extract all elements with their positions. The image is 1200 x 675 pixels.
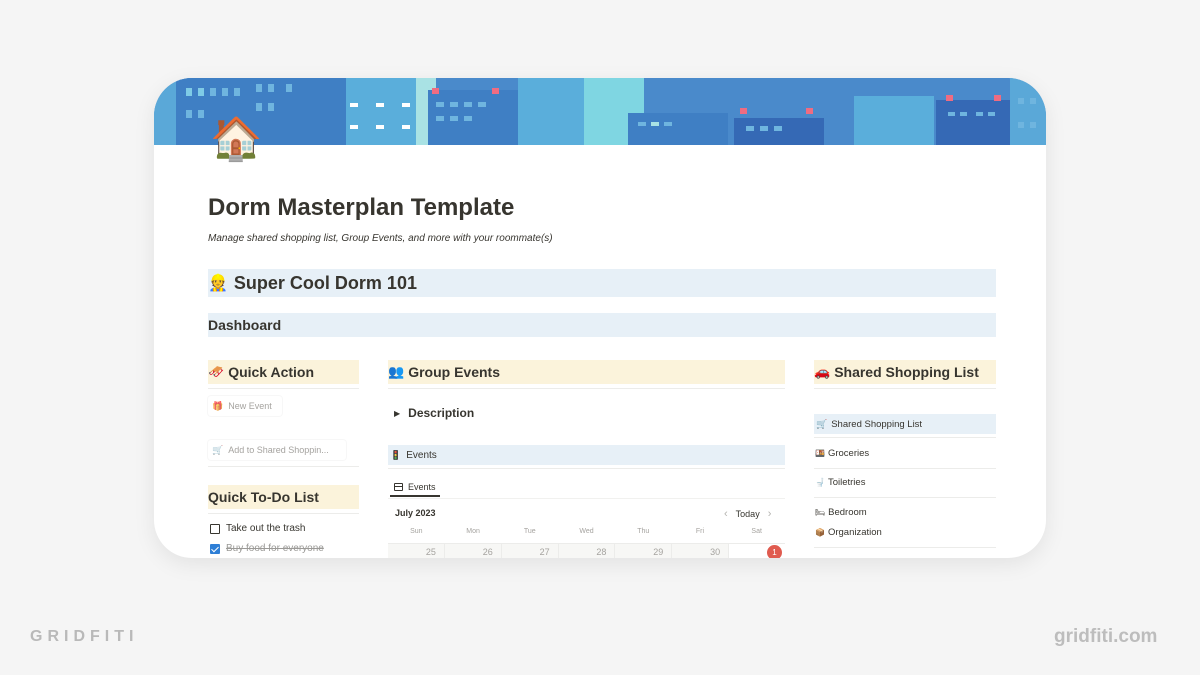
- events-database-title[interactable]: 🚦 Events: [388, 445, 785, 465]
- heading-dorm: 👷 Super Cool Dorm 101: [208, 269, 996, 297]
- shopping-group-organization[interactable]: 📦 Organization: [815, 527, 882, 538]
- new-event-button[interactable]: 🎁 New Event: [208, 396, 282, 416]
- weekday-label: Wed: [579, 528, 594, 535]
- weekday-label: Sun: [410, 528, 423, 535]
- events-database-label: Events: [406, 449, 437, 461]
- notion-page-card: 🏠 Dorm Masterplan Template Manage shared…: [154, 78, 1046, 558]
- divider: [388, 388, 785, 389]
- todo-heading: Quick To-Do List: [208, 485, 359, 509]
- previous-month-icon[interactable]: ‹: [724, 508, 728, 520]
- calendar-week-row: 25 26 27 28 29 30 1: [388, 543, 786, 558]
- weekday-label: Mon: [466, 528, 480, 535]
- todo-label: Take out the trash: [226, 523, 306, 534]
- weekday-label: Tue: [523, 528, 536, 535]
- weekday-label: Sat: [751, 528, 762, 535]
- todo-title: Quick To-Do List: [208, 489, 319, 505]
- quick-action-title: Quick Action: [228, 364, 315, 380]
- today-button[interactable]: Today: [736, 509, 760, 519]
- shopping-database-label: Shared Shopping List: [831, 418, 923, 430]
- car-icon: 🚗: [814, 364, 831, 379]
- group-label: Groceries: [827, 448, 870, 459]
- add-to-shopping-button[interactable]: 🛒 Add to Shared Shoppin...: [208, 440, 346, 460]
- divider: [388, 498, 785, 499]
- calendar-month: July 2023: [395, 508, 436, 518]
- divider: [208, 513, 359, 514]
- weekday-label: Thu: [637, 528, 650, 535]
- sled-icon: 🛷: [208, 364, 225, 379]
- divider: [814, 437, 996, 438]
- divider: [208, 466, 359, 467]
- shopping-title: Shared Shopping List: [834, 364, 979, 380]
- shopping-group-toiletries[interactable]: 🚽 Toiletries: [815, 477, 865, 488]
- traffic-light-icon: 🚦: [390, 449, 402, 460]
- todo-checkbox[interactable]: [210, 523, 220, 534]
- heading-dashboard: Dashboard: [208, 313, 996, 337]
- today-date-badge: 1: [767, 545, 783, 558]
- calendar-navigation: ‹ Today ›: [724, 508, 771, 520]
- todo-checkbox-checked[interactable]: [210, 543, 220, 554]
- group-events-title: Group Events: [408, 364, 500, 380]
- add-to-shopping-label: Add to Shared Shoppin...: [228, 445, 329, 455]
- shopping-database-title[interactable]: 🛒 Shared Shopping List: [814, 414, 996, 434]
- page-title: Dorm Masterplan Template: [208, 194, 515, 221]
- group-label: Bedroom: [828, 507, 867, 518]
- divider: [814, 468, 996, 469]
- toilet-icon: 🚽: [815, 478, 825, 487]
- divider: [388, 468, 785, 469]
- people-icon: 👥: [388, 364, 405, 379]
- group-label: Organization: [827, 527, 882, 538]
- cart-icon: 🛒: [816, 418, 828, 429]
- todo-item[interactable]: Take out the trash: [210, 523, 306, 534]
- calendar-day-cell-today[interactable]: 1: [728, 544, 786, 558]
- heading-dorm-text: Super Cool Dorm 101: [233, 272, 417, 293]
- calendar-day-cell[interactable]: 26: [443, 544, 501, 558]
- group-label: Toiletries: [827, 477, 866, 488]
- shopping-heading: 🚗 Shared Shopping List: [814, 360, 996, 384]
- calendar-day-cell[interactable]: 27: [500, 544, 558, 558]
- calendar-day-cell[interactable]: 25: [388, 544, 444, 558]
- cart-icon: 🛒: [212, 444, 224, 455]
- calendar-day-cell[interactable]: 30: [671, 544, 728, 558]
- construction-worker-icon: 👷: [208, 275, 228, 292]
- divider: [814, 547, 996, 548]
- new-event-label: New Event: [228, 401, 272, 411]
- divider: [814, 497, 996, 498]
- todo-item[interactable]: Buy food for everyone: [210, 543, 324, 554]
- package-icon: 📦: [815, 528, 825, 537]
- description-label: Description: [408, 406, 475, 420]
- todo-label: Buy food for everyone: [226, 543, 324, 554]
- cover-image: [154, 78, 1046, 145]
- view-tab-label: Events: [408, 482, 436, 492]
- gridfiti-logo: GRIDFITI: [30, 628, 139, 645]
- weekday-label: Fri: [695, 528, 705, 535]
- bento-icon: 🍱: [815, 449, 825, 458]
- description-toggle[interactable]: ▶ Description: [394, 406, 474, 420]
- calendar-view-tab[interactable]: Events: [390, 479, 440, 497]
- weekday-header: Sun Mon Tue Wed Thu Fri Sat: [388, 528, 785, 542]
- bed-icon: 🛏: [815, 508, 826, 517]
- calendar-day-cell[interactable]: 29: [614, 544, 671, 558]
- shopping-group-groceries[interactable]: 🍱 Groceries: [815, 448, 869, 459]
- divider: [208, 388, 359, 389]
- calendar-icon: [394, 483, 403, 491]
- gift-icon: 🎁: [212, 400, 224, 411]
- shopping-group-bedroom[interactable]: 🛏 Bedroom: [815, 507, 867, 518]
- page-house-icon[interactable]: 🏠: [210, 118, 262, 160]
- page-subtitle: Manage shared shopping list, Group Event…: [208, 233, 553, 244]
- calendar-day-cell[interactable]: 28: [557, 544, 615, 558]
- heading-dashboard-text: Dashboard: [208, 317, 282, 333]
- divider: [814, 388, 996, 389]
- next-month-icon[interactable]: ›: [768, 508, 772, 520]
- toggle-triangle-icon[interactable]: ▶: [394, 409, 400, 418]
- group-events-heading: 👥 Group Events: [388, 360, 785, 384]
- gridfiti-url: gridfiti.com: [1054, 626, 1158, 647]
- quick-action-heading: 🛷 Quick Action: [208, 360, 359, 384]
